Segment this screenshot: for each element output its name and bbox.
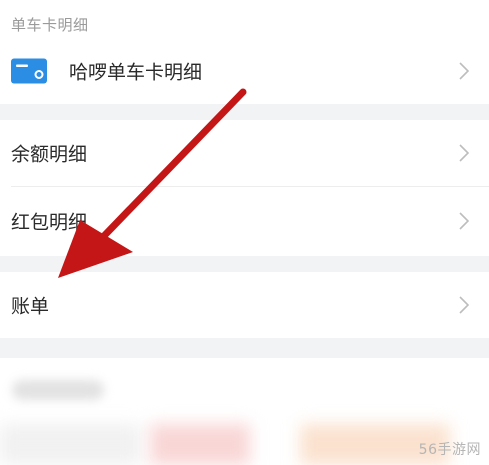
section-title: 单车卡明细 xyxy=(11,16,89,34)
watermark: 56手游网 xyxy=(418,442,481,458)
chevron-right-icon xyxy=(459,296,469,314)
chevron-right-icon xyxy=(459,144,469,162)
bike-card-icon xyxy=(11,58,47,84)
section-gap xyxy=(0,338,489,358)
red-packet-detail-label: 红包明细 xyxy=(11,211,88,234)
bike-card-detail-label: 哈啰单车卡明细 xyxy=(69,61,203,84)
row-divider xyxy=(11,186,489,187)
balance-detail-label: 余额明细 xyxy=(11,143,88,166)
blurred-block xyxy=(150,424,250,465)
balance-detail-row[interactable]: 余额明细 xyxy=(0,120,489,186)
red-packet-detail-row[interactable]: 红包明细 xyxy=(0,188,489,254)
chevron-right-icon xyxy=(459,62,469,80)
chevron-right-icon xyxy=(459,212,469,230)
blurred-content xyxy=(0,358,489,465)
bike-card-detail-row[interactable]: 哈啰单车卡明细 xyxy=(0,38,489,104)
section-gap xyxy=(0,256,489,272)
blurred-block xyxy=(0,424,140,465)
section-gap xyxy=(0,104,489,120)
bill-label: 账单 xyxy=(11,295,50,318)
bill-row[interactable]: 账单 xyxy=(0,272,489,338)
blurred-title xyxy=(12,380,104,400)
